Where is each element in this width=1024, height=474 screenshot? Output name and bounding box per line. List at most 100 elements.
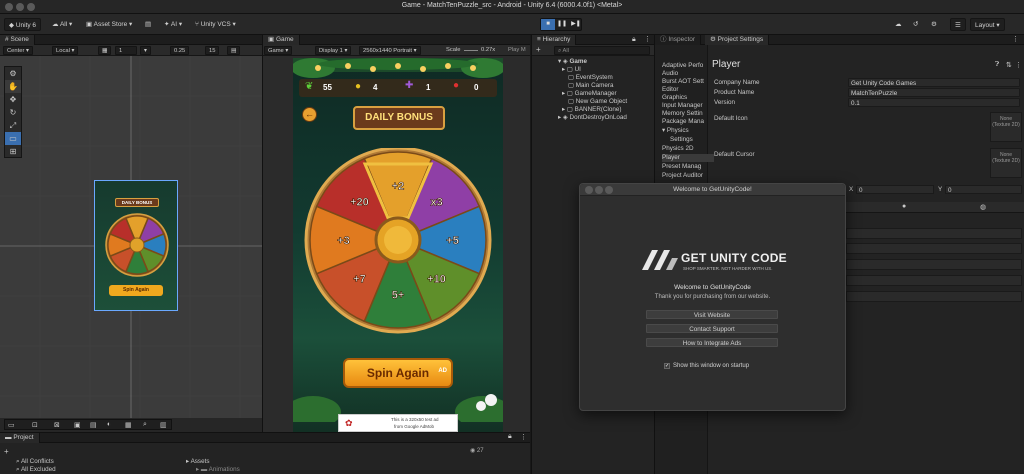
pivot-center-dropdown[interactable]: Center ▾ — [3, 46, 33, 55]
lock-icon[interactable]: 🔒︎ — [632, 36, 636, 44]
rotate-tool-icon[interactable]: ↻ — [5, 106, 21, 119]
category-physics[interactable]: ▾ Physics — [662, 127, 689, 135]
contact-support-button[interactable]: Contact Support — [646, 324, 778, 333]
category-package-manager[interactable]: Package Mana — [662, 118, 704, 126]
version-input[interactable]: 0.1 — [848, 98, 1020, 107]
overlay-icon-7[interactable]: ▦ — [125, 421, 132, 429]
settings-section-3[interactable] — [846, 259, 1022, 270]
cloud-filter-button[interactable]: ☁ All ▾ — [48, 18, 76, 31]
vcs-button[interactable]: ⑂ Unity VCS ▾ — [191, 18, 240, 31]
add-icon[interactable]: + — [4, 447, 9, 456]
zoom-b-input[interactable]: 15 — [205, 46, 220, 55]
default-cursor-slot[interactable]: None (Texture 2D) — [990, 148, 1022, 178]
spin-wheel[interactable]: +2 x3 +5 +10 5+ +7 +3 +20 — [293, 148, 503, 338]
apple-icon[interactable]: ● — [902, 203, 906, 210]
snap-button[interactable]: ▾ — [140, 46, 151, 55]
zoom-a-input[interactable]: 0.25 — [170, 46, 190, 55]
account-button[interactable]: ◆ Unity 6 — [4, 18, 42, 31]
overlay-icon-4[interactable]: ▣ — [74, 421, 81, 429]
category-physics-settings[interactable]: Settings — [670, 136, 693, 144]
add-icon[interactable]: + — [536, 45, 541, 54]
overlay-icon-3[interactable]: ⊠ — [54, 421, 60, 429]
layout-dropdown[interactable]: Layout ▾ — [970, 18, 1005, 31]
settings-button[interactable]: ⚙ — [927, 18, 941, 31]
preset-icon[interactable]: ⇅ — [1006, 61, 1012, 69]
tab-game[interactable]: ▣ Game — [263, 35, 300, 45]
tree-item-new-game-object[interactable]: ▢ New Game Object — [568, 98, 627, 106]
web-icon[interactable]: ◍ — [980, 203, 986, 211]
kebab-menu-icon[interactable]: ⋮ — [1015, 61, 1022, 69]
category-input-manager[interactable]: Input Manager — [662, 102, 703, 110]
tree-item-gamemanager[interactable]: ▸ ▢ GameManager — [562, 90, 617, 98]
integrate-ads-button[interactable]: How to Integrate Ads — [646, 338, 778, 347]
visit-website-button[interactable]: Visit Website — [646, 310, 778, 319]
tab-hierarchy[interactable]: ≡ Hierarchy — [532, 35, 577, 45]
pause-button[interactable]: ❚❚ — [555, 19, 569, 30]
game-viewport[interactable]: ❦ 55 ● 4 ✚ 1 ● 0 ← DAILY BONUS +2 x3 +5 +10… — [293, 58, 503, 432]
tree-item-dontdestroyonload[interactable]: ▸ ◈ DontDestroyOnLoad — [558, 114, 627, 122]
play-button[interactable]: ■ — [541, 19, 555, 30]
pivot-local-dropdown[interactable]: Local ▾ — [52, 46, 79, 55]
kebab-menu-icon[interactable]: ⋮ — [644, 35, 651, 43]
search-icon[interactable]: ⌕ — [143, 421, 147, 429]
settings-section-2[interactable] — [846, 243, 1022, 254]
kebab-menu-icon[interactable]: ⋮ — [520, 433, 527, 441]
overlay-icon-1[interactable]: ▭ — [8, 421, 15, 429]
overlay-icon-2[interactable]: ⊡ — [32, 421, 38, 429]
category-player[interactable]: Player — [662, 154, 714, 162]
hierarchy-search-input[interactable]: ⌕ All — [554, 46, 650, 55]
overlay-icon-9[interactable]: ▥ — [160, 421, 167, 429]
category-preset-manager[interactable]: Preset Manag — [662, 163, 701, 171]
startup-checkbox[interactable]: ✓ — [664, 363, 670, 369]
package-button[interactable]: ▤ — [141, 18, 155, 31]
settings-section-1[interactable] — [846, 228, 1022, 239]
category-adaptive-performance[interactable]: Adaptive Perfo — [662, 62, 703, 70]
play-mode-label[interactable]: Play M — [508, 46, 526, 55]
hotspot-y-input[interactable]: 0 — [945, 185, 1022, 194]
product-name-input[interactable]: MatchTenPuzzle — [848, 88, 1020, 97]
category-memory-settings[interactable]: Memory Settin — [662, 110, 703, 118]
tool-options-icon[interactable]: ⚙ — [5, 67, 21, 80]
category-audio[interactable]: Audio — [662, 70, 678, 78]
scene-viewport[interactable]: ⚙ ✋ ✥ ↻ ⤢ ▭ ⊞ DAILY BONUS Spin Again — [0, 56, 262, 420]
tab-inspector[interactable]: ⓘ Inspector — [655, 35, 702, 45]
ai-button[interactable]: ✦ AI ▾ — [160, 18, 186, 31]
tree-item-eventsystem[interactable]: ▢ EventSystem — [568, 74, 613, 82]
tree-item-ui[interactable]: ▸ ▢ UI — [562, 66, 581, 74]
lock-icon[interactable]: 🔒︎ — [508, 433, 512, 441]
scale-tool-icon[interactable]: ⤢ — [5, 119, 21, 132]
filter-all-excluded[interactable]: ⌕ All Excluded — [16, 466, 56, 474]
history-button[interactable]: ↺ — [909, 18, 922, 31]
hotspot-x-input[interactable]: 0 — [856, 185, 934, 194]
rect-tool-icon[interactable]: ▭ — [5, 132, 21, 145]
scale-slider[interactable] — [464, 50, 478, 51]
tab-project[interactable]: ▬ Project — [0, 433, 40, 443]
category-burst-aot[interactable]: Burst AOT Sett — [662, 78, 704, 86]
scene-canvas-preview[interactable]: DAILY BONUS Spin Again — [94, 180, 178, 311]
move-tool-icon[interactable]: ✥ — [5, 93, 21, 106]
category-physics-2d[interactable]: Physics 2D — [662, 145, 694, 153]
overlay-icon-5[interactable]: ▤ — [90, 421, 97, 429]
layers-button[interactable]: ☰ — [950, 18, 966, 31]
transform-tool-icon[interactable]: ⊞ — [5, 145, 21, 158]
help-icon[interactable]: ❓︎ — [995, 61, 999, 69]
cloud-services-button[interactable]: ☁ — [891, 18, 906, 31]
settings-section-5[interactable] — [846, 291, 1022, 302]
company-name-input[interactable]: Get Unity Code Games — [848, 78, 1020, 87]
kebab-menu-icon[interactable]: ⋮ — [1012, 35, 1019, 43]
grid-toggle[interactable]: ▦ — [98, 46, 112, 55]
game-mode-dropdown[interactable]: Game ▾ — [264, 46, 293, 55]
tree-item-banner[interactable]: ▸ ▢ BANNER(Clone) — [562, 106, 622, 114]
category-editor[interactable]: Editor — [662, 86, 678, 94]
grid-size-input[interactable]: 1 — [115, 46, 137, 55]
display-dropdown[interactable]: Display 1 ▾ — [315, 46, 352, 55]
tree-item-main-camera[interactable]: ▢ Main Camera — [568, 82, 614, 90]
settings-section-4[interactable] — [846, 275, 1022, 286]
tab-project-settings[interactable]: ⚙ Project Settings — [705, 35, 770, 45]
assets-breadcrumb[interactable]: ▸ Assets — [186, 458, 209, 465]
step-button[interactable]: ▶❚ — [569, 19, 583, 30]
resolution-dropdown[interactable]: 2560x1440 Portrait ▾ — [359, 46, 421, 55]
tree-item-game[interactable]: ▾ ◈ Game — [558, 58, 587, 66]
asset-store-button[interactable]: ▣ Asset Store ▾ — [82, 18, 136, 31]
hand-tool-icon[interactable]: ✋ — [5, 80, 21, 93]
